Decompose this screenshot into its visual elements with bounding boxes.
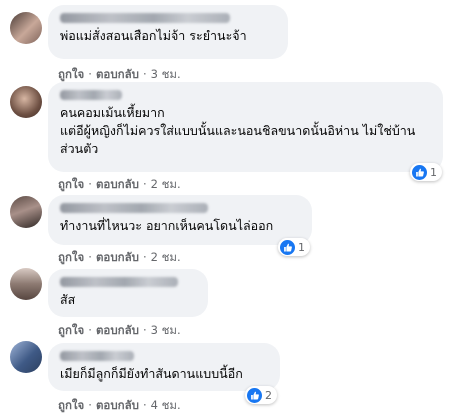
comment-text: ทำงานที่ไหนวะ อยากเห็นคนโดนไล่ออก <box>60 218 274 233</box>
comment-bubble: ทำงานที่ไหนวะ อยากเห็นคนโดนไล่ออก <box>48 195 312 245</box>
like-reaction-icon <box>412 164 427 180</box>
reaction-count[interactable]: 1 <box>410 163 442 181</box>
comment-meta: ถูกใจ · ตอบกลับ · 2 ชม. <box>58 249 181 267</box>
separator: · <box>88 67 92 81</box>
comment-time[interactable]: 2 ชม. <box>151 250 181 264</box>
like-reaction-icon <box>247 387 262 403</box>
comment-meta: ถูกใจ · ตอบกลับ · 3 ชม. <box>58 322 181 340</box>
reply-link[interactable]: ตอบกลับ <box>96 67 139 81</box>
reaction-count[interactable]: 1 <box>278 238 310 256</box>
reply-link[interactable]: ตอบกลับ <box>96 398 139 412</box>
comment-time[interactable]: 3 ชม. <box>151 67 181 81</box>
like-link[interactable]: ถูกใจ <box>58 67 84 81</box>
commenter-name-redacted[interactable] <box>60 351 134 361</box>
separator: · <box>88 398 92 412</box>
reaction-number: 2 <box>265 388 272 402</box>
separator: · <box>142 67 147 81</box>
reaction-number: 1 <box>430 165 437 179</box>
avatar-image <box>10 86 42 118</box>
like-link[interactable]: ถูกใจ <box>58 250 84 264</box>
comment-time[interactable]: 2 ชม. <box>151 177 181 191</box>
commenter-name-redacted[interactable] <box>60 90 122 100</box>
comment-bubble: คนคอมเม้นเหี้ยมาก แต่อีผู้หญิงก็ไม่ควรใส… <box>48 82 443 172</box>
separator: · <box>88 323 92 337</box>
comment-meta: ถูกใจ · ตอบกลับ · 2 ชม. <box>58 176 181 194</box>
like-reaction-icon <box>280 239 295 255</box>
like-link[interactable]: ถูกใจ <box>58 177 84 191</box>
comment-text: สัส <box>60 292 76 307</box>
comment-time[interactable]: 4 ชม. <box>151 398 181 412</box>
separator: · <box>142 250 147 264</box>
avatar-image <box>10 341 42 373</box>
reply-link[interactable]: ตอบกลับ <box>96 250 139 264</box>
comment-bubble: สัส <box>48 269 208 317</box>
commenter-name-redacted[interactable] <box>60 277 178 287</box>
comment-text: เมียก็มีลูกก็มียังทำสันดานแบบนี้อีก <box>60 366 243 381</box>
commenter-name-redacted[interactable] <box>60 203 208 213</box>
reply-link[interactable]: ตอบกลับ <box>96 177 139 191</box>
comment-bubble: เมียก็มีลูกก็มียังทำสันดานแบบนี้อีก <box>48 343 280 391</box>
like-link[interactable]: ถูกใจ <box>58 323 84 337</box>
reply-link[interactable]: ตอบกลับ <box>96 323 139 337</box>
separator: · <box>88 177 92 191</box>
separator: · <box>142 177 147 191</box>
separator: · <box>88 250 92 264</box>
avatar-image <box>10 12 42 44</box>
commenter-avatar[interactable] <box>10 12 42 44</box>
comment-text: คนคอมเม้นเหี้ยมาก แต่อีผู้หญิงก็ไม่ควรใส… <box>60 105 416 156</box>
commenter-name-redacted[interactable] <box>60 13 230 23</box>
commenter-avatar[interactable] <box>10 86 42 118</box>
comment-bubble: พ่อแม่สั่งสอนเสือกไม่จ้า ระยำนะจ้า <box>48 5 288 59</box>
reaction-number: 1 <box>298 240 305 254</box>
separator: · <box>142 323 147 337</box>
separator: · <box>142 398 147 412</box>
avatar-image <box>10 196 42 228</box>
comment-text: พ่อแม่สั่งสอนเสือกไม่จ้า ระยำนะจ้า <box>60 28 247 43</box>
comment-time[interactable]: 3 ชม. <box>151 323 181 337</box>
like-link[interactable]: ถูกใจ <box>58 398 84 412</box>
commenter-avatar[interactable] <box>10 341 42 373</box>
commenter-avatar[interactable] <box>10 268 42 300</box>
comment-meta: ถูกใจ · ตอบกลับ · 4 ชม. <box>58 397 181 415</box>
avatar-image <box>10 268 42 300</box>
commenter-avatar[interactable] <box>10 196 42 228</box>
reaction-count[interactable]: 2 <box>245 386 277 404</box>
